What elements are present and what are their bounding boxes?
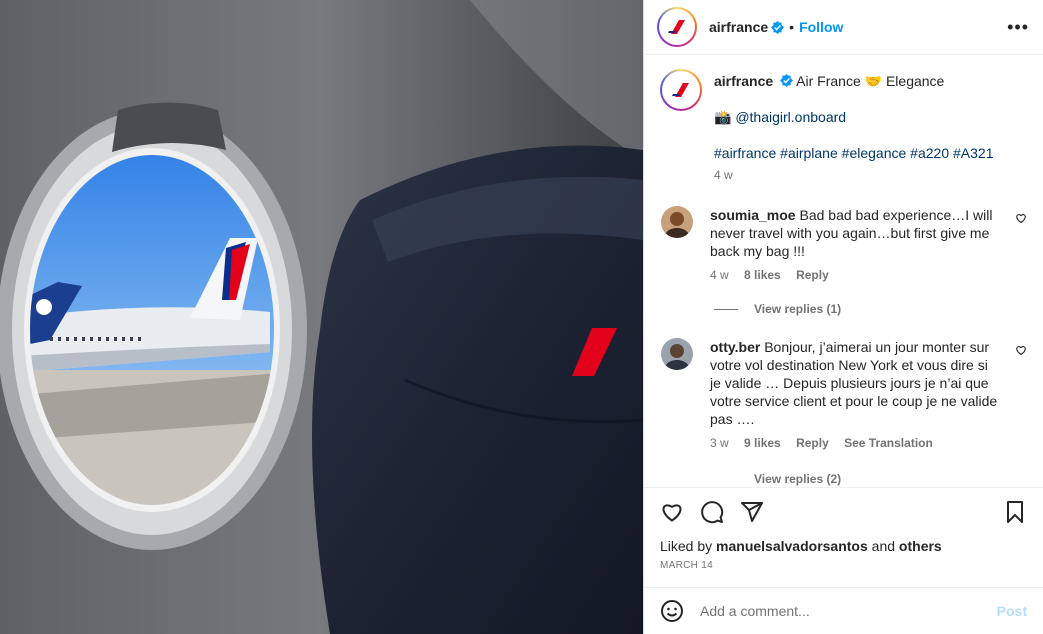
air-france-logo-icon bbox=[662, 12, 692, 42]
post-actions: Liked by manuelsalvadorsantos and others… bbox=[644, 487, 1043, 587]
bookmark-icon[interactable] bbox=[1003, 500, 1027, 524]
post-caption: airfrance Air France 🤝 Elegance 📸 @thaig… bbox=[660, 69, 1027, 184]
comment-age[interactable]: 4 w bbox=[710, 268, 729, 282]
comment-like-heart-icon[interactable] bbox=[1015, 344, 1027, 356]
view-replies-label: View replies (2) bbox=[754, 472, 842, 486]
airplane-window-photo bbox=[0, 0, 643, 634]
liked-by-user-link[interactable]: manuelsalvadorsantos bbox=[716, 538, 868, 554]
liked-by-and: and bbox=[871, 538, 896, 554]
replies-divider bbox=[714, 308, 738, 310]
comment-username[interactable]: otty.ber bbox=[710, 339, 760, 355]
caption-avatar[interactable] bbox=[660, 69, 702, 111]
profile-avatar[interactable] bbox=[657, 7, 697, 47]
comment-username[interactable]: soumia_moe bbox=[710, 207, 796, 223]
liked-by-prefix: Liked by bbox=[660, 538, 713, 554]
reply-button[interactable]: Reply bbox=[796, 268, 829, 282]
caption-username[interactable]: airfrance bbox=[714, 73, 773, 89]
caption-age[interactable]: 4 w bbox=[714, 168, 733, 182]
follow-button[interactable]: Follow bbox=[799, 19, 843, 35]
view-replies-button[interactable]: View replies (1) bbox=[714, 302, 1027, 316]
post-date[interactable]: MARCH 14 bbox=[660, 560, 1027, 571]
see-translation-button[interactable]: See Translation bbox=[844, 436, 933, 450]
comment-likes[interactable]: 9 likes bbox=[744, 436, 781, 450]
comment-item: otty.ber Bonjour, j’aimerai un jour mont… bbox=[660, 338, 1027, 452]
comment-likes[interactable]: 8 likes bbox=[744, 268, 781, 282]
hashtag-link[interactable]: #a220 bbox=[910, 145, 949, 161]
post-photo[interactable] bbox=[0, 0, 643, 634]
view-replies-label: View replies (1) bbox=[754, 302, 842, 316]
view-replies-button[interactable]: View replies (2) bbox=[714, 472, 1027, 486]
commenter-avatar[interactable] bbox=[661, 338, 693, 370]
comments-section[interactable]: airfrance Air France 🤝 Elegance 📸 @thaig… bbox=[644, 55, 1043, 487]
camera-emoji: 📸 bbox=[714, 109, 732, 125]
comment-age[interactable]: 3 w bbox=[710, 436, 729, 450]
hashtag-link[interactable]: #A321 bbox=[953, 145, 993, 161]
credit-mention-link[interactable]: @thaigirl.onboard bbox=[735, 109, 846, 125]
post-side-panel: airfrance • Follow ••• airfrance Air Fra… bbox=[643, 0, 1043, 634]
hashtag-link[interactable]: #airfrance bbox=[714, 145, 776, 161]
hashtag-link[interactable]: #airplane bbox=[780, 145, 838, 161]
hashtag-link[interactable]: #elegance bbox=[842, 145, 907, 161]
post-comment-button[interactable]: Post bbox=[997, 603, 1027, 619]
header-username[interactable]: airfrance bbox=[709, 19, 768, 35]
liked-by-others-link[interactable]: others bbox=[899, 538, 942, 554]
comment-item: soumia_moe Bad bad bad experience…I will… bbox=[660, 206, 1027, 284]
comment-like-heart-icon[interactable] bbox=[1015, 212, 1027, 224]
comment-icon[interactable] bbox=[700, 500, 724, 524]
likes-summary: Liked by manuelsalvadorsantos and others bbox=[660, 538, 1027, 554]
caption-text: Air France 🤝 Elegance bbox=[796, 73, 945, 89]
add-comment-bar: Post bbox=[644, 587, 1043, 634]
emoji-icon[interactable] bbox=[660, 599, 684, 623]
post-header: airfrance • Follow ••• bbox=[644, 0, 1043, 55]
separator-dot: • bbox=[789, 19, 795, 35]
commenter-avatar[interactable] bbox=[661, 206, 693, 238]
air-france-logo-icon bbox=[666, 75, 696, 105]
share-icon[interactable] bbox=[740, 500, 764, 524]
add-comment-input[interactable] bbox=[700, 603, 997, 619]
more-options-icon[interactable]: ••• bbox=[1007, 17, 1029, 38]
verified-badge-icon bbox=[771, 20, 785, 34]
reply-button[interactable]: Reply bbox=[796, 436, 829, 450]
verified-badge-icon bbox=[780, 74, 794, 87]
heart-icon[interactable] bbox=[660, 500, 684, 524]
